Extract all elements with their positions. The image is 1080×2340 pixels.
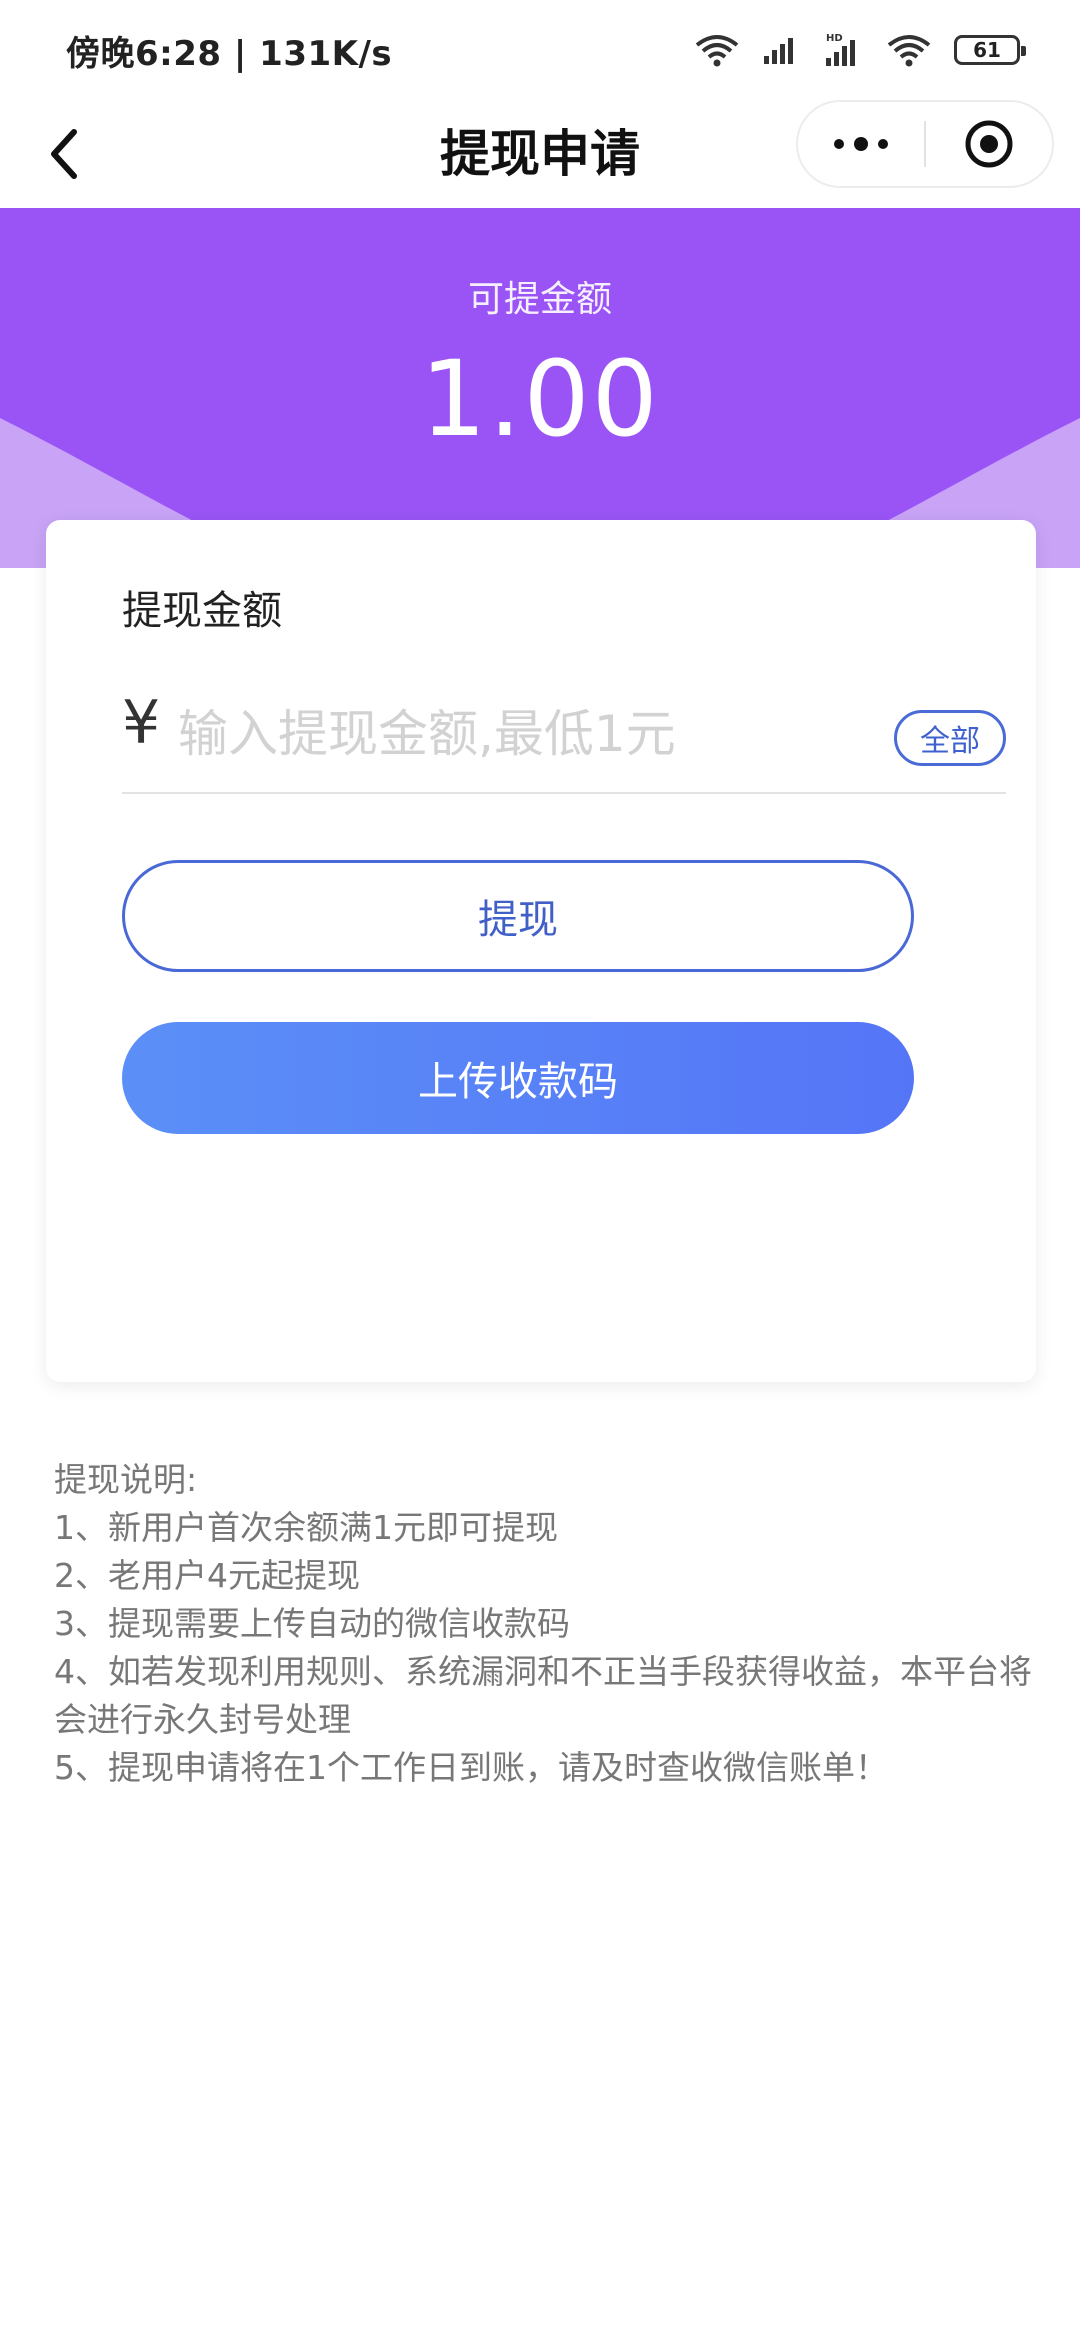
withdraw-button[interactable]: 提现 — [122, 860, 914, 972]
currency-symbol: ¥ — [122, 688, 161, 758]
available-balance-label: 可提金额 — [467, 279, 612, 320]
withdraw-card: 提现金额 ¥ 全部 提现 上传收款码 — [46, 520, 1036, 1382]
status-bar: 傍晚6:28 | 131K/s HD 61 — [0, 0, 1080, 100]
status-time-speed: 傍晚6:28 | 131K/s — [66, 33, 393, 74]
more-button[interactable] — [798, 102, 924, 186]
withdraw-page: 傍晚6:28 | 131K/s HD 61 提现申请 可提金额 1.00 提现金… — [0, 0, 1080, 2340]
notes-item: 4、如若发现利用规则、系统漏洞和不正当手段获得收益，本平台将会进行永久封号处理 — [54, 1652, 1032, 1739]
wifi-icon — [695, 35, 739, 67]
battery-icon: 61 — [954, 35, 1026, 65]
withdraw-all-button[interactable]: 全部 — [894, 710, 1006, 766]
close-miniprogram-button[interactable] — [926, 102, 1052, 186]
more-dots-icon — [834, 137, 888, 151]
withdraw-amount-input[interactable] — [178, 694, 838, 774]
battery-level: 61 — [973, 38, 1001, 62]
hd-signal-icon: HD — [826, 33, 855, 66]
withdraw-amount-label: 提现金额 — [122, 588, 282, 634]
nav-bar: 提现申请 — [0, 100, 1080, 208]
wifi-hotspot-icon — [887, 35, 931, 67]
notes-item: 3、提现需要上传自动的微信收款码 — [54, 1604, 570, 1643]
signal-icon — [764, 38, 793, 64]
notes-item: 1、新用户首次余额满1元即可提现 — [54, 1508, 558, 1547]
withdraw-notes: 提现说明: 1、新用户首次余额满1元即可提现 2、老用户4元起提现 3、提现需要… — [54, 1456, 1044, 1792]
available-balance-amount: 1.00 — [420, 338, 660, 460]
upload-qrcode-button[interactable]: 上传收款码 — [122, 1022, 914, 1134]
svg-text:HD: HD — [826, 33, 843, 44]
notes-item: 5、提现申请将在1个工作日到账，请及时查收微信账单！ — [54, 1748, 888, 1787]
notes-item: 2、老用户4元起提现 — [54, 1556, 360, 1595]
mini-program-capsule — [796, 100, 1054, 188]
amount-input-row: ¥ 全部 — [122, 680, 1006, 794]
target-close-icon — [965, 120, 1013, 168]
status-icons: HD 61 — [694, 32, 1026, 68]
balance-header: 可提金额 1.00 — [0, 208, 1080, 568]
notes-title: 提现说明: — [54, 1460, 198, 1499]
